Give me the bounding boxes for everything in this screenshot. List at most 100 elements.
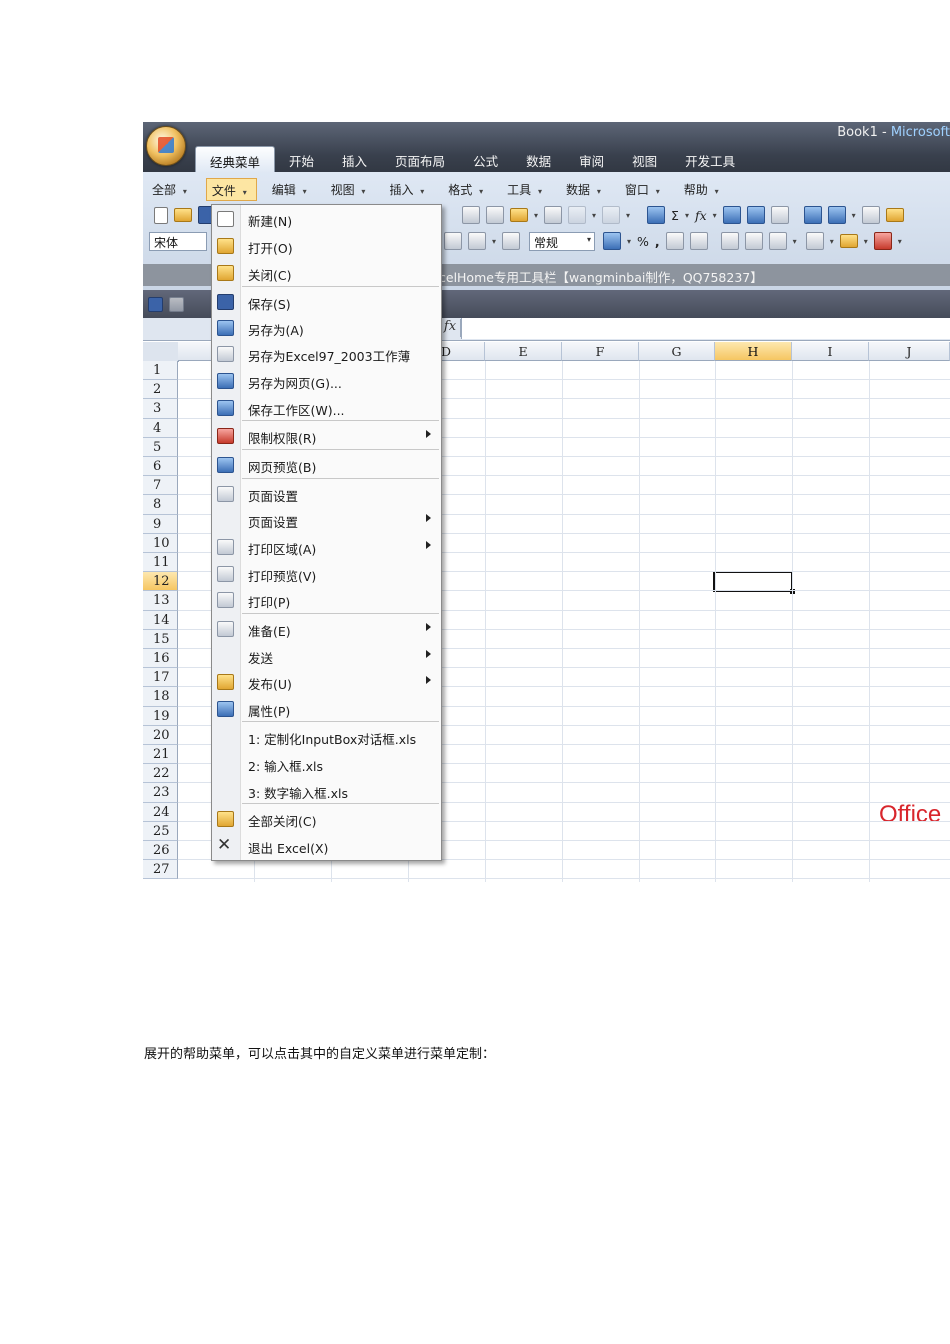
row-header[interactable]: 13: [143, 591, 178, 611]
row-header[interactable]: 7: [143, 476, 178, 496]
menu-all[interactable]: 全部 ▾: [147, 178, 196, 199]
paste-icon[interactable]: [510, 208, 528, 222]
column-header-i[interactable]: I: [792, 342, 869, 361]
row-header[interactable]: 2: [143, 380, 178, 400]
comma-button[interactable]: ,: [655, 234, 660, 249]
autosum-button[interactable]: Σ: [671, 208, 679, 223]
row-header[interactable]: 17: [143, 668, 178, 688]
formula-input[interactable]: [461, 318, 950, 339]
row-header[interactable]: 16: [143, 649, 178, 669]
decrease-decimal-icon[interactable]: [689, 232, 708, 250]
grid-icon[interactable]: [861, 206, 880, 224]
row-header[interactable]: 26: [143, 841, 178, 861]
select-all-corner[interactable]: [143, 342, 179, 362]
row-header[interactable]: 6: [143, 457, 178, 477]
row-header[interactable]: 27: [143, 860, 178, 880]
chevron-down-icon[interactable]: ▾: [685, 211, 689, 220]
tab-page-layout[interactable]: 页面布局: [381, 146, 459, 172]
active-cell-h12[interactable]: [713, 571, 795, 594]
file-menu-item[interactable]: 发送: [212, 643, 441, 669]
row-header[interactable]: 10: [143, 533, 178, 553]
file-menu-item[interactable]: 另存为网页(G)...: [212, 368, 441, 394]
row-header[interactable]: 21: [143, 745, 178, 765]
file-menu-item[interactable]: 页面设置: [212, 507, 441, 533]
file-menu-item[interactable]: ✕ 退出 Excel(X): [212, 833, 441, 859]
file-menu-item[interactable]: 准备(E): [212, 616, 441, 642]
row-header[interactable]: 14: [143, 610, 178, 630]
open-folder-icon[interactable]: [174, 208, 192, 222]
chevron-down-icon[interactable]: ▾: [627, 237, 631, 246]
row-header[interactable]: 20: [143, 725, 178, 745]
column-header-h[interactable]: H: [715, 342, 792, 361]
file-menu-item[interactable]: 另存为Excel97_2003工作薄: [212, 341, 441, 367]
font-name-combo[interactable]: 宋体: [149, 231, 207, 251]
align-right-icon[interactable]: [444, 232, 462, 250]
cell-style-icon[interactable]: [768, 232, 787, 250]
menu-edit[interactable]: 编辑 ▾: [267, 178, 316, 199]
menu-format[interactable]: 格式 ▾: [443, 178, 492, 199]
file-menu-item[interactable]: 关闭(C): [212, 260, 441, 286]
menu-window[interactable]: 窗口 ▾: [620, 178, 669, 199]
file-menu-item[interactable]: 打印预览(V): [212, 561, 441, 587]
office-button[interactable]: [146, 126, 186, 166]
row-header[interactable]: 11: [143, 553, 178, 573]
row-header[interactable]: 12: [143, 572, 178, 592]
file-menu-item[interactable]: 另存为(A): [212, 315, 441, 341]
chevron-down-icon[interactable]: ▾: [864, 237, 868, 246]
column-header-e[interactable]: E: [485, 342, 562, 361]
file-menu-item[interactable]: 1: 定制化InputBox对话框.xls: [212, 724, 441, 750]
file-menu-item[interactable]: 2: 输入框.xls: [212, 751, 441, 777]
increase-decimal-icon[interactable]: [665, 232, 684, 250]
row-header[interactable]: 22: [143, 764, 178, 784]
chevron-down-icon[interactable]: ▾: [793, 237, 797, 246]
redo-icon[interactable]: [602, 206, 621, 224]
row-header[interactable]: 15: [143, 629, 178, 649]
file-menu-item[interactable]: 打开(O): [212, 233, 441, 259]
tab-view[interactable]: 视图: [618, 146, 671, 172]
column-header-j[interactable]: J: [869, 342, 950, 361]
file-menu-item[interactable]: 保存(S): [212, 289, 441, 315]
chevron-down-icon[interactable]: ▾: [534, 211, 538, 220]
file-menu-item[interactable]: 网页预览(B): [212, 452, 441, 478]
drawing-icon[interactable]: [827, 206, 846, 224]
row-header[interactable]: 3: [143, 399, 178, 419]
file-menu-item[interactable]: 3: 数字输入框.xls: [212, 778, 441, 804]
file-menu-item[interactable]: 属性(P): [212, 696, 441, 722]
chevron-down-icon[interactable]: ▾: [852, 211, 856, 220]
chevron-down-icon[interactable]: ▾: [492, 237, 496, 246]
file-menu-item[interactable]: 打印区域(A): [212, 534, 441, 560]
filter-icon[interactable]: [770, 206, 789, 224]
undo-icon[interactable]: [568, 206, 587, 224]
cut-icon[interactable]: [462, 206, 480, 224]
column-header-f[interactable]: F: [562, 342, 639, 361]
menu-tools[interactable]: 工具 ▾: [502, 178, 551, 199]
row-header[interactable]: 19: [143, 706, 178, 726]
undo-icon[interactable]: [169, 297, 184, 312]
row-header[interactable]: 8: [143, 495, 178, 515]
file-menu-item[interactable]: 发布(U): [212, 669, 441, 695]
chevron-down-icon[interactable]: ▾: [592, 211, 596, 220]
tab-formulas[interactable]: 公式: [459, 146, 512, 172]
font-color-icon[interactable]: [873, 232, 892, 250]
borders-icon[interactable]: [805, 232, 824, 250]
tab-classic-menu[interactable]: 经典菜单: [195, 146, 276, 173]
wrap-text-icon[interactable]: [502, 232, 521, 250]
number-format-combo[interactable]: 常规 ▾: [529, 231, 596, 251]
tab-developer[interactable]: 开发工具: [671, 146, 749, 172]
new-doc-icon[interactable]: [154, 206, 168, 224]
percent-button[interactable]: %: [637, 234, 649, 249]
insert-function-label[interactable]: fx: [440, 319, 461, 337]
folder-icon[interactable]: [885, 208, 904, 222]
row-header[interactable]: 4: [143, 418, 178, 438]
sort-ascending-icon[interactable]: [722, 206, 741, 224]
copy-icon[interactable]: [486, 206, 504, 224]
file-menu-item[interactable]: 新建(N): [212, 206, 441, 232]
tab-insert[interactable]: 插入: [328, 146, 381, 172]
decrease-indent-icon[interactable]: [720, 232, 739, 250]
hyperlink-icon[interactable]: [647, 206, 666, 224]
save-disk-icon[interactable]: [148, 297, 163, 312]
row-header[interactable]: 1: [143, 361, 178, 381]
currency-icon[interactable]: [603, 232, 622, 250]
menu-insert[interactable]: 插入 ▾: [384, 178, 433, 199]
chart-icon[interactable]: [803, 206, 822, 224]
